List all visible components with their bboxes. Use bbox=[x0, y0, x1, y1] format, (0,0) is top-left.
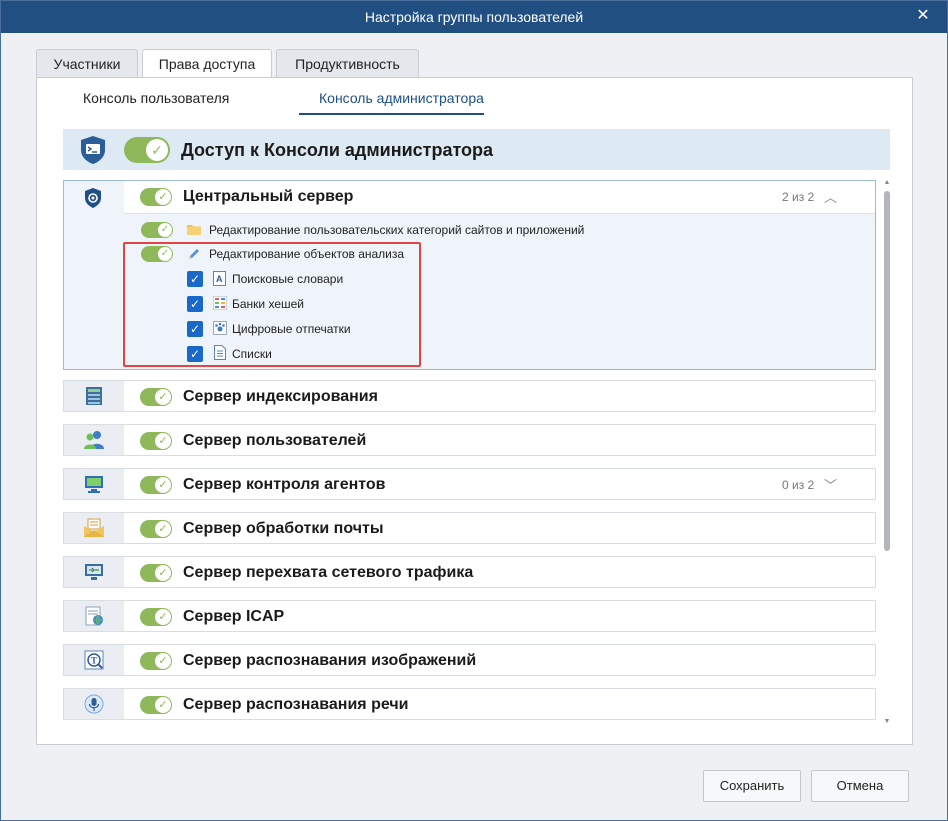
access-rights-panel: Консоль пользователя Консоль администрат… bbox=[36, 77, 913, 745]
collapse-chevron-icon[interactable]: ︿ bbox=[824, 187, 837, 206]
server-row-icap: ✓ Сервер ICAP bbox=[63, 600, 876, 632]
server-icon-cell bbox=[64, 513, 124, 543]
mail-server-toggle[interactable]: ✓ bbox=[140, 520, 172, 538]
tab-participants[interactable]: Участники bbox=[36, 49, 138, 77]
icap-server-icon bbox=[85, 606, 103, 626]
active-subtab-underline bbox=[299, 113, 484, 115]
users-server-label: Сервер пользователей bbox=[183, 432, 367, 449]
folder-icon bbox=[187, 225, 201, 235]
scroll-up-icon[interactable]: ▲ bbox=[882, 179, 892, 186]
agents-server-count: 0 из 2 bbox=[782, 478, 815, 492]
check-icon: ✓ bbox=[155, 389, 171, 405]
server-row-indexing: ✓ Сервер индексирования bbox=[63, 380, 876, 412]
svg-text:T: T bbox=[91, 656, 97, 666]
close-icon[interactable]: ✕ bbox=[913, 6, 933, 26]
subtab-admin-console[interactable]: Консоль администратора bbox=[319, 90, 484, 106]
server-row-speech-recognition: ✓ Сервер распознавания речи bbox=[63, 688, 876, 720]
mail-server-label: Сервер обработки почты bbox=[183, 520, 384, 537]
indexing-server-label: Сервер индексирования bbox=[183, 388, 378, 405]
admin-console-access-title: Доступ к Консоли администратора bbox=[181, 140, 494, 160]
check-icon: ✓ bbox=[155, 653, 171, 669]
icap-server-toggle[interactable]: ✓ bbox=[140, 608, 172, 626]
agents-server-toggle[interactable]: ✓ bbox=[140, 476, 172, 494]
central-server-icon-cell bbox=[64, 181, 124, 369]
central-server-count: 2 из 2 bbox=[782, 190, 815, 204]
admin-console-access-toggle[interactable]: ✓ bbox=[124, 137, 170, 163]
scroll-thumb[interactable] bbox=[884, 191, 890, 551]
tab-productivity[interactable]: Продуктивность bbox=[276, 49, 419, 77]
check-icon: ✓ bbox=[155, 521, 171, 537]
vertical-scrollbar[interactable]: ▲ ▼ bbox=[882, 179, 892, 726]
scroll-down-icon[interactable]: ▼ bbox=[882, 718, 892, 725]
check-icon: ✓ bbox=[155, 433, 171, 449]
subtab-user-console[interactable]: Консоль пользователя bbox=[83, 90, 229, 106]
traffic-server-icon bbox=[85, 564, 103, 580]
admin-console-access-bar: ✓ Доступ к Консоли администратора bbox=[63, 129, 890, 170]
title-bar: Настройка группы пользователей ✕ bbox=[1, 1, 947, 33]
indexing-server-toggle[interactable]: ✓ bbox=[140, 388, 172, 406]
users-server-icon bbox=[84, 431, 104, 449]
icap-server-label: Сервер ICAP bbox=[183, 608, 285, 625]
server-icon-cell: T bbox=[64, 645, 124, 675]
server-row-users: ✓ Сервер пользователей bbox=[63, 424, 876, 456]
check-icon: ✓ bbox=[155, 609, 171, 625]
server-icon-cell bbox=[64, 689, 124, 719]
speech-recognition-label: Сервер распознавания речи bbox=[183, 696, 409, 713]
traffic-server-label: Сервер перехвата сетевого трафика bbox=[183, 564, 474, 581]
window-title: Настройка группы пользователей bbox=[364, 9, 584, 25]
agents-server-label: Сервер контроля агентов bbox=[183, 476, 386, 493]
cancel-button[interactable]: Отмена bbox=[811, 770, 909, 802]
server-icon-cell bbox=[64, 381, 124, 411]
server-icon-cell bbox=[64, 557, 124, 587]
speech-recognition-toggle[interactable]: ✓ bbox=[140, 696, 172, 714]
check-icon: ✓ bbox=[155, 697, 171, 713]
server-row-agents: ✓ Сервер контроля агентов 0 из 2 ﹀ bbox=[63, 468, 876, 500]
image-recognition-toggle[interactable]: ✓ bbox=[140, 652, 172, 670]
speech-recognition-icon bbox=[84, 694, 104, 714]
edit-categories-toggle[interactable]: ✓ bbox=[141, 222, 173, 238]
server-icon-cell bbox=[64, 425, 124, 455]
terminal-shield-icon bbox=[81, 136, 105, 164]
central-server-label: Центральный сервер bbox=[183, 188, 354, 205]
agents-server-icon bbox=[85, 476, 103, 493]
check-icon: ✓ bbox=[158, 223, 172, 237]
check-icon: ✓ bbox=[155, 565, 171, 581]
server-row-mail: ✓ Сервер обработки почты bbox=[63, 512, 876, 544]
central-server-icon bbox=[85, 188, 101, 208]
server-row-traffic: ✓ Сервер перехвата сетевого трафика bbox=[63, 556, 876, 588]
highlight-frame bbox=[123, 242, 421, 367]
users-server-toggle[interactable]: ✓ bbox=[140, 432, 172, 450]
central-server-header: ✓ Центральный сервер 2 из 2 ︿ bbox=[124, 181, 875, 214]
check-icon: ✓ bbox=[146, 139, 168, 161]
check-icon: ✓ bbox=[155, 477, 171, 493]
index-server-icon bbox=[86, 387, 102, 405]
mail-server-icon bbox=[84, 518, 104, 537]
image-recognition-label: Сервер распознавания изображений bbox=[183, 652, 477, 669]
expand-chevron-icon[interactable]: ﹀ bbox=[824, 475, 837, 494]
server-icon-cell bbox=[64, 601, 124, 631]
save-button[interactable]: Сохранить bbox=[703, 770, 801, 802]
server-icon-cell bbox=[64, 469, 124, 499]
edit-categories-label: Редактирование пользовательских категори… bbox=[209, 223, 585, 237]
tab-access-rights[interactable]: Права доступа bbox=[142, 49, 272, 78]
server-row-image-recognition: T ✓ Сервер распознавания изображений bbox=[63, 644, 876, 676]
image-recognition-icon: T bbox=[84, 650, 104, 670]
check-icon: ✓ bbox=[155, 189, 171, 205]
traffic-server-toggle[interactable]: ✓ bbox=[140, 564, 172, 582]
central-server-toggle[interactable]: ✓ bbox=[140, 188, 172, 206]
dialog-window: Настройка группы пользователей ✕ Участни… bbox=[0, 0, 948, 821]
